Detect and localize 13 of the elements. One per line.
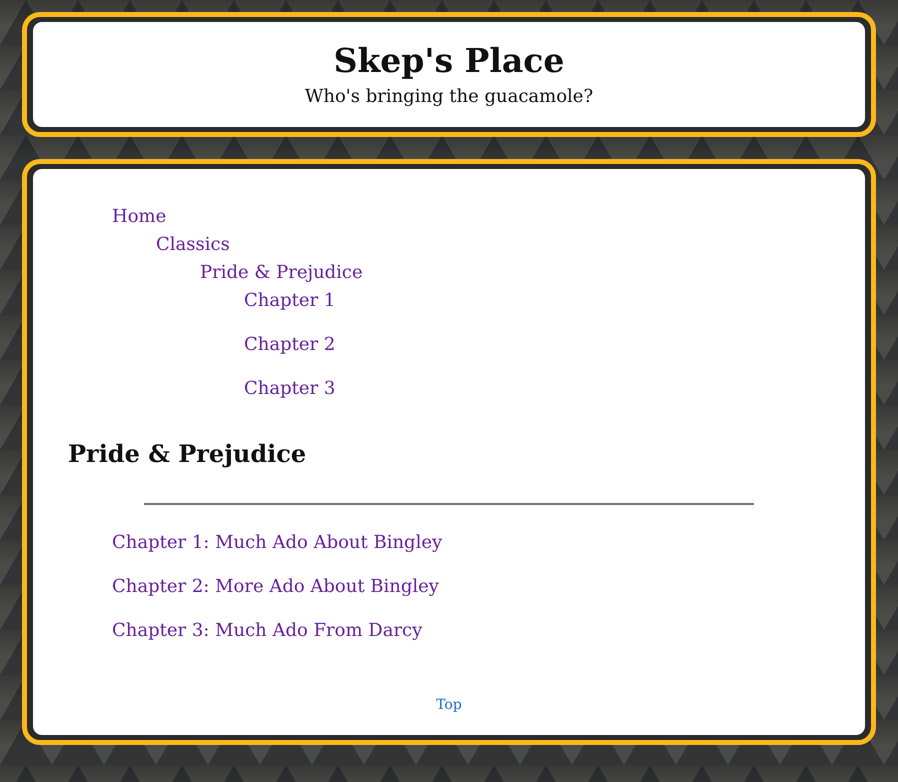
- top-link[interactable]: Top: [436, 695, 462, 715]
- site-subtitle: Who's bringing the guacamole?: [304, 85, 594, 109]
- breadcrumb-link[interactable]: Chapter 3: [244, 375, 336, 403]
- breadcrumb-link[interactable]: Classics: [156, 231, 230, 259]
- breadcrumb-link[interactable]: Chapter 1: [244, 287, 336, 315]
- chapter-link[interactable]: Chapter 2: More Ado About Bingley: [112, 573, 439, 601]
- breadcrumb-link[interactable]: Home: [112, 203, 166, 231]
- chapter-link[interactable]: Chapter 3: Much Ado From Darcy: [112, 617, 422, 645]
- chapter-link[interactable]: Chapter 1: Much Ado About Bingley: [112, 529, 442, 557]
- page-heading: Pride & Prejudice: [68, 438, 308, 470]
- breadcrumb-link[interactable]: Pride & Prejudice: [200, 259, 363, 287]
- breadcrumb-link[interactable]: Chapter 2: [244, 331, 336, 359]
- site-title: Skep's Place: [332, 40, 566, 82]
